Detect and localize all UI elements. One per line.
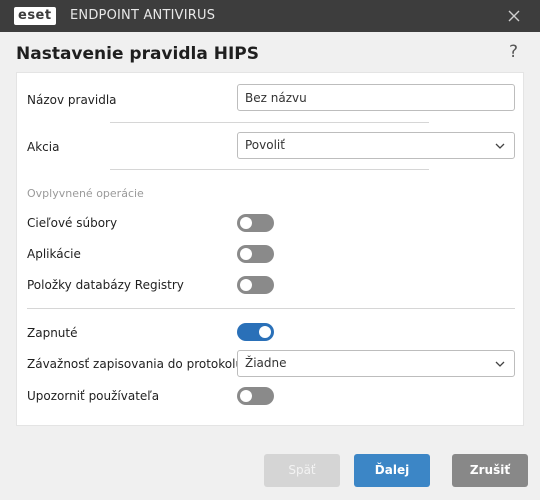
action-label: Akcia <box>27 140 60 154</box>
affected-operations-heading: Ovplyvnené operácie <box>27 187 144 200</box>
help-button[interactable]: ? <box>509 42 518 62</box>
close-button[interactable] <box>506 8 522 24</box>
log-severity-select-value: Žiadne <box>245 356 287 370</box>
toggle-knob <box>240 390 252 402</box>
rule-name-field[interactable] <box>237 84 515 111</box>
toggle-knob <box>240 279 252 291</box>
toggle-knob <box>259 326 271 338</box>
divider <box>110 122 429 123</box>
enabled-label: Zapnuté <box>27 326 78 340</box>
target-files-label: Cieľové súbory <box>27 216 118 230</box>
target-files-toggle[interactable] <box>237 214 274 232</box>
divider <box>110 169 429 170</box>
divider <box>27 308 515 309</box>
enabled-toggle[interactable] <box>237 323 274 341</box>
chevron-down-icon <box>495 143 505 149</box>
applications-toggle[interactable] <box>237 245 274 263</box>
close-icon <box>508 10 520 22</box>
action-select[interactable]: Povoliť <box>237 132 515 159</box>
app-name: ENDPOINT ANTIVIRUS <box>70 8 216 23</box>
notify-user-toggle[interactable] <box>237 387 274 405</box>
chevron-down-icon <box>495 361 505 367</box>
log-severity-select[interactable]: Žiadne <box>237 350 515 377</box>
rule-settings-panel: Názov pravidla Akcia Povoliť Ovplyvnené … <box>16 72 524 426</box>
eset-logo: eset <box>14 7 56 25</box>
title-bar: eset ENDPOINT ANTIVIRUS <box>0 0 540 32</box>
notify-user-label: Upozorniť používateľa <box>27 389 160 403</box>
cancel-button[interactable]: Zrušiť <box>452 454 528 487</box>
log-severity-label: Závažnosť zapisovania do protokolu <box>27 357 244 371</box>
eset-logo-mark: eset <box>14 7 56 25</box>
action-select-value: Povoliť <box>245 138 285 152</box>
applications-label: Aplikácie <box>27 247 81 261</box>
rule-name-input[interactable] <box>245 85 507 110</box>
registry-entries-label: Položky databázy Registry <box>27 278 184 292</box>
toggle-knob <box>240 217 252 229</box>
rule-name-label: Názov pravidla <box>27 93 117 107</box>
registry-entries-toggle[interactable] <box>237 276 274 294</box>
page-title: Nastavenie pravidla HIPS <box>16 44 259 64</box>
next-button[interactable]: Ďalej <box>354 454 430 487</box>
toggle-knob <box>240 248 252 260</box>
back-button[interactable]: Späť <box>264 454 340 487</box>
